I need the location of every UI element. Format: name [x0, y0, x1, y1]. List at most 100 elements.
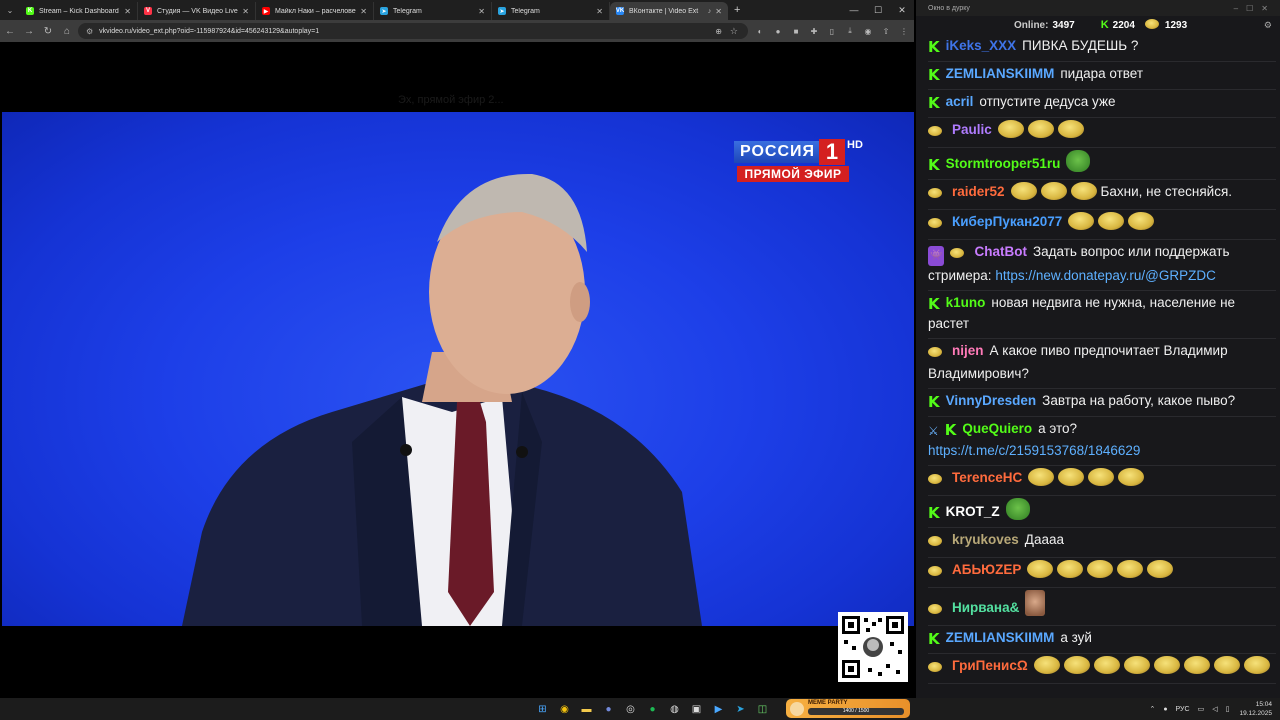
chat-message-link[interactable]: https://t.me/c/2159153768/1846629	[928, 443, 1140, 458]
minimize-icon[interactable]: —	[842, 0, 866, 20]
extension-icon[interactable]: ■	[788, 23, 804, 39]
tray-chevron-icon[interactable]: ⌃	[1149, 705, 1155, 713]
sidebar-icon[interactable]: ▯	[824, 23, 840, 39]
site-info-icon[interactable]: ⚙	[86, 27, 93, 36]
hd-label: HD	[847, 139, 863, 151]
chat-window-controls[interactable]: –☐✕	[1234, 4, 1276, 13]
chat-username[interactable]: VinnyDresden	[946, 393, 1037, 408]
browser-tab[interactable]: ▶ Майкл Наки – расчеловечива ✕	[256, 2, 374, 20]
bookmark-star-icon[interactable]: ☆	[730, 26, 738, 37]
chat-username[interactable]: КиберПукан2077	[952, 214, 1062, 229]
chat-username[interactable]: TerenceHC	[952, 470, 1022, 485]
chat-emote-icon	[1093, 656, 1120, 674]
browser-menu-icon[interactable]: ⋮	[896, 23, 912, 39]
chat-username[interactable]: QueQuiero	[962, 421, 1032, 436]
extensions-puzzle-icon[interactable]: ✚	[806, 23, 822, 39]
chat-username[interactable]: Paulic	[952, 122, 992, 137]
extension-icon[interactable]: ●	[770, 23, 786, 39]
tab-audio-icon[interactable]: ♪	[708, 8, 712, 15]
close-window-icon[interactable]: ✕	[890, 0, 914, 20]
extension-icon[interactable]: ◐	[752, 23, 768, 39]
chat-username[interactable]: АБЬЮZЕР	[952, 562, 1021, 577]
microphone-icon[interactable]: ●	[1163, 706, 1167, 713]
emote-badge-icon	[928, 533, 946, 553]
close-tab-icon[interactable]: ✕	[715, 7, 722, 16]
chat-message-list[interactable]: KiKeks_XXX ПИВКА БУДЕШЬ ? K ZEMLIANSKIIMM пи…	[928, 34, 1276, 692]
vk-icon: VK	[615, 7, 625, 15]
download-icon[interactable]: ⤓	[842, 23, 858, 39]
browser-tab[interactable]: V Студия — VK Видео Live ✕	[138, 2, 256, 20]
windows-taskbar: ⊞ ◉ ▬ ● ◎ ● ◍ ▣ ▶ ➤ ◫ MEME PARTY 1400 / …	[0, 698, 1280, 720]
chat-username[interactable]: Stormtrooper51ru	[946, 156, 1061, 171]
chat-username[interactable]: raider52	[952, 184, 1005, 199]
emote-badge-icon	[928, 215, 946, 235]
home-icon[interactable]: ⌂	[58, 22, 76, 40]
close-tab-icon[interactable]: ✕	[124, 7, 131, 16]
maximize-icon[interactable]: ☐	[866, 0, 890, 20]
kick-badge-icon: K	[928, 295, 940, 313]
pepe-emote-icon	[1005, 498, 1030, 520]
video-player[interactable]: Эх, прямой эфир 2... РОССИЯ 1 HD ПРЯМОЙ …	[0, 42, 914, 698]
chat-username[interactable]: ChatBot	[974, 244, 1027, 259]
chat-message: ГриПенисΩ	[928, 654, 1276, 684]
chat-username[interactable]: ZEMLIANSKIIMM	[946, 630, 1055, 645]
reload-icon[interactable]: ↻	[39, 22, 57, 40]
chat-username[interactable]: kryukoves	[952, 532, 1019, 547]
close-tab-icon[interactable]: ✕	[596, 7, 603, 16]
steam-icon[interactable]: ◎	[621, 700, 640, 718]
chat-username[interactable]: nijen	[952, 343, 984, 358]
profile-icon[interactable]: ◉	[860, 23, 876, 39]
telegram-icon[interactable]: ➤	[731, 700, 750, 718]
meme-party-widget[interactable]: MEME PARTY 1400 / 1500	[786, 699, 910, 718]
close-tab-icon[interactable]: ✕	[478, 7, 485, 16]
chrome-icon[interactable]: ◉	[555, 700, 574, 718]
chat-emote-icon	[1117, 560, 1144, 578]
chat-message: АБЬЮZЕР	[928, 558, 1276, 588]
chat-emote-icon	[1147, 560, 1174, 578]
explorer-icon[interactable]: ▬	[577, 700, 596, 718]
chat-username[interactable]: Нирвана&	[952, 600, 1019, 615]
browser-tab[interactable]: ➤ Telegram ✕	[374, 2, 492, 20]
kick-badge-icon: K	[928, 393, 940, 411]
browser-tab[interactable]: ➤ Telegram ✕	[492, 2, 610, 20]
chat-message: Kk1uno новая недвига не нужна, население …	[928, 291, 1276, 339]
kick-badge-icon: K	[928, 94, 940, 112]
new-tab-button[interactable]: +	[734, 4, 740, 16]
chat-username[interactable]: KROT_Z	[946, 504, 1000, 519]
obs-icon[interactable]: ◍	[665, 700, 684, 718]
chat-username[interactable]: iKeks_XXX	[946, 38, 1017, 53]
clock[interactable]: 15:04 19.12.2025	[1239, 700, 1272, 718]
battery-icon[interactable]: ▯	[1226, 705, 1230, 713]
close-tab-icon[interactable]: ✕	[242, 7, 249, 16]
discord-icon[interactable]: ●	[599, 700, 618, 718]
chat-message-link[interactable]: https://new.donatepay.ru/@GRPZDC	[995, 268, 1216, 283]
chat-username[interactable]: acril	[946, 94, 974, 109]
tab-title: Stream – Kick Dashboard	[39, 7, 119, 15]
kick-badge-icon: K	[928, 630, 940, 648]
back-icon[interactable]: ←	[1, 22, 19, 40]
address-bar[interactable]: ⚙ vkvideo.ru/video_ext.php?oid=-11598792…	[78, 23, 748, 39]
settings-gear-icon[interactable]: ⚙	[1264, 20, 1272, 31]
volume-icon[interactable]: ◁	[1212, 705, 1217, 713]
video-frame[interactable]: РОССИЯ 1 HD ПРЯМОЙ ЭФИР	[2, 112, 914, 626]
chat-message-text: Даааа	[1024, 532, 1064, 547]
chat-username[interactable]: ZEMLIANSKIIMM	[946, 66, 1055, 81]
zoom-icon[interactable]: ⊕	[715, 27, 722, 36]
spotify-icon[interactable]: ●	[643, 700, 662, 718]
tab-search-icon[interactable]: ⌄	[0, 0, 20, 20]
speaker-figure	[182, 173, 702, 626]
chat-username[interactable]: ГриПенисΩ	[952, 658, 1028, 673]
close-tab-icon[interactable]: ✕	[360, 7, 367, 16]
app-icon[interactable]: ▣	[687, 700, 706, 718]
bot-badge-icon: 👾	[928, 246, 945, 266]
network-icon[interactable]: ▭	[1198, 705, 1205, 713]
windows-start-icon[interactable]: ⊞	[533, 700, 552, 718]
app-icon[interactable]: ◫	[753, 700, 772, 718]
media-player-icon[interactable]: ▶	[709, 700, 728, 718]
language-indicator[interactable]: РУС	[1176, 706, 1190, 713]
chat-username[interactable]: k1uno	[946, 295, 986, 310]
browser-tab[interactable]: VK ВКонтакте | Video Ext ♪ ✕	[610, 2, 728, 20]
share-icon[interactable]: ⇧	[878, 23, 894, 39]
forward-icon[interactable]: →	[20, 22, 38, 40]
browser-tab[interactable]: K Stream – Kick Dashboard ✕	[20, 2, 138, 20]
